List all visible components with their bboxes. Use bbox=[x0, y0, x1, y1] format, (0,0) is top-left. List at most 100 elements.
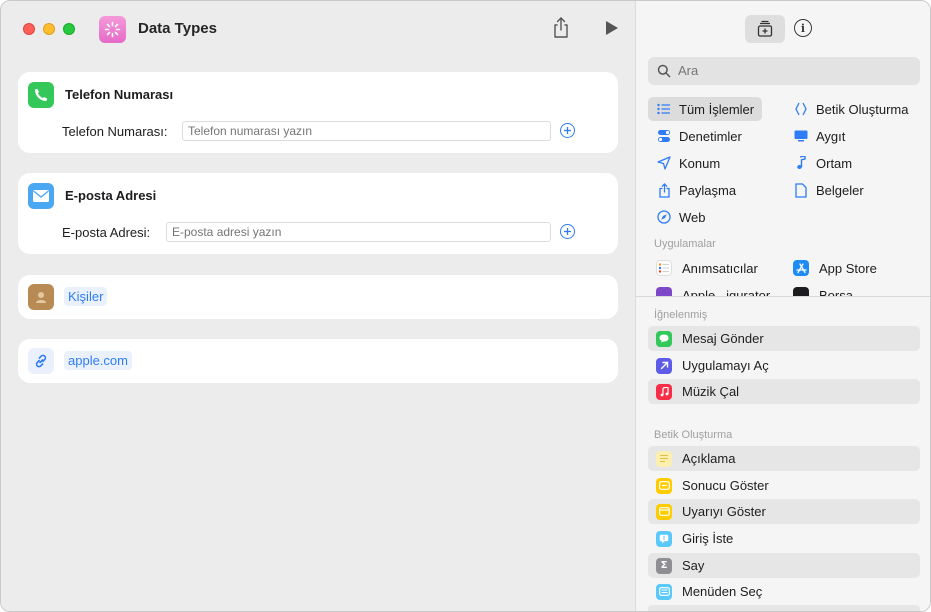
category-label: Ortam bbox=[816, 155, 853, 171]
pinned-section-header: İğnelenmiş bbox=[654, 309, 708, 321]
close-window-button[interactable] bbox=[23, 23, 35, 35]
sigma-icon: Σ bbox=[656, 557, 672, 574]
category-sharing[interactable]: Paylaşma bbox=[648, 178, 778, 202]
music-note-icon bbox=[793, 155, 809, 171]
add-variable-button[interactable] bbox=[560, 123, 575, 138]
run-button[interactable] bbox=[605, 20, 619, 36]
app-store-icon bbox=[793, 260, 809, 276]
action-open-app[interactable]: Uygulamayı Aç bbox=[648, 353, 920, 378]
search-icon bbox=[657, 64, 671, 78]
action-library-button[interactable] bbox=[745, 15, 785, 43]
phone-number-action-card[interactable]: Telefon Numarası Telefon Numarası: bbox=[18, 72, 618, 153]
share-icon bbox=[554, 17, 568, 38]
search-input[interactable] bbox=[678, 63, 908, 78]
app-apple-configurator[interactable]: Apple...igurator bbox=[656, 283, 770, 296]
compass-icon bbox=[656, 209, 672, 225]
sparkle-icon bbox=[104, 21, 121, 38]
category-label: Web bbox=[679, 209, 706, 225]
share-icon bbox=[656, 182, 672, 198]
action-show-alert[interactable]: Uyarıyı Göster bbox=[648, 499, 920, 524]
zoom-window-button[interactable] bbox=[63, 23, 75, 35]
category-location[interactable]: Konum bbox=[648, 151, 778, 175]
script-icon bbox=[793, 101, 809, 117]
category-label: Konum bbox=[679, 155, 721, 171]
category-all-actions[interactable]: Tüm İşlemler bbox=[648, 97, 762, 121]
app-label: Anımsatıcılar bbox=[682, 260, 758, 276]
info-button[interactable]: i bbox=[794, 19, 812, 37]
display-icon bbox=[793, 128, 809, 144]
app-reminders[interactable]: Anımsatıcılar bbox=[656, 256, 758, 280]
add-variable-button[interactable] bbox=[560, 224, 575, 239]
search-field[interactable] bbox=[648, 57, 920, 85]
category-media[interactable]: Ortam bbox=[785, 151, 925, 175]
action-choose-from-menu[interactable]: Menüden Seç bbox=[648, 579, 920, 604]
app-label: App Store bbox=[819, 260, 877, 276]
action-comment[interactable]: Açıklama bbox=[648, 446, 920, 471]
category-label: Belgeler bbox=[816, 182, 864, 198]
action-label: Menüden Seç bbox=[682, 584, 763, 599]
contacts-token[interactable]: Kişiler bbox=[64, 287, 108, 306]
open-app-arrow-icon bbox=[656, 357, 672, 374]
category-label: Paylaşma bbox=[679, 182, 737, 198]
email-address-input[interactable] bbox=[166, 222, 551, 242]
email-field-label: E-posta Adresi: bbox=[62, 225, 151, 240]
url-token[interactable]: apple.com bbox=[64, 351, 132, 370]
category-label: Tüm İşlemler bbox=[679, 101, 755, 117]
url-action-card[interactable]: apple.com bbox=[18, 339, 618, 383]
comment-lines-icon bbox=[656, 450, 672, 467]
info-icon: i bbox=[800, 21, 806, 35]
apps-row-clipped: Apple...igurator Borsa bbox=[636, 281, 930, 296]
phone-icon bbox=[28, 82, 54, 108]
reminders-icon bbox=[656, 260, 672, 276]
action-count[interactable]: Σ Say bbox=[648, 553, 920, 578]
scripting-section-header: Betik Oluşturma bbox=[654, 429, 733, 441]
category-documents[interactable]: Belgeler bbox=[785, 178, 925, 202]
plus-icon bbox=[564, 228, 571, 235]
action-play-music[interactable]: Müzik Çal bbox=[648, 379, 920, 404]
phone-field-label: Telefon Numarası: bbox=[62, 124, 168, 139]
stocks-icon bbox=[793, 287, 809, 296]
category-controls[interactable]: Denetimler bbox=[648, 124, 778, 148]
document-icon bbox=[793, 182, 809, 198]
shortcuts-window: Data Types Telefon Numarası Telefon Numa… bbox=[0, 0, 931, 612]
action-label: Mesaj Gönder bbox=[682, 331, 764, 346]
action-label: Say bbox=[682, 558, 705, 573]
category-label: Denetimler bbox=[679, 128, 742, 144]
action-label: Uygulamayı Aç bbox=[682, 358, 769, 373]
play-icon bbox=[606, 21, 618, 35]
contacts-action-card[interactable]: Kişiler bbox=[18, 275, 618, 319]
toggle-icon bbox=[656, 128, 672, 144]
link-icon bbox=[28, 348, 54, 374]
action-label: Müzik Çal bbox=[682, 384, 740, 399]
category-label: Aygıt bbox=[816, 128, 846, 144]
app-label: Borsa bbox=[819, 287, 853, 297]
action-next-clipped[interactable] bbox=[648, 605, 920, 611]
apple-configurator-icon bbox=[656, 287, 672, 296]
shortcut-icon[interactable] bbox=[99, 16, 126, 43]
email-address-action-card[interactable]: E-posta Adresi E-posta Adresi: bbox=[18, 173, 618, 254]
category-web[interactable]: Web bbox=[648, 205, 778, 229]
add-action-icon bbox=[757, 20, 773, 37]
input-bubble-icon bbox=[656, 530, 672, 547]
card-title: E-posta Adresi bbox=[65, 188, 157, 203]
show-result-icon bbox=[656, 477, 672, 494]
phone-number-input[interactable] bbox=[182, 121, 551, 141]
action-label: Uyarıyı Göster bbox=[682, 504, 766, 519]
minimize-window-button[interactable] bbox=[43, 23, 55, 35]
app-stocks[interactable]: Borsa bbox=[793, 283, 853, 296]
category-label: Betik Oluşturma bbox=[816, 101, 909, 117]
envelope-icon bbox=[28, 183, 54, 209]
action-send-message[interactable]: Mesaj Gönder bbox=[648, 326, 920, 351]
location-arrow-icon bbox=[656, 155, 672, 171]
share-button[interactable] bbox=[550, 16, 572, 40]
action-label: Açıklama bbox=[682, 451, 736, 466]
category-device[interactable]: Aygıt bbox=[785, 124, 925, 148]
action-ask-for-input[interactable]: Giriş İste bbox=[648, 526, 920, 551]
list-icon bbox=[656, 101, 672, 117]
app-app-store[interactable]: App Store bbox=[793, 256, 877, 280]
category-scripting[interactable]: Betik Oluşturma bbox=[785, 97, 925, 121]
plus-icon bbox=[564, 127, 571, 134]
message-bubble-icon bbox=[656, 330, 672, 347]
action-show-result[interactable]: Sonucu Göster bbox=[648, 473, 920, 498]
shortcut-title[interactable]: Data Types bbox=[138, 20, 217, 37]
